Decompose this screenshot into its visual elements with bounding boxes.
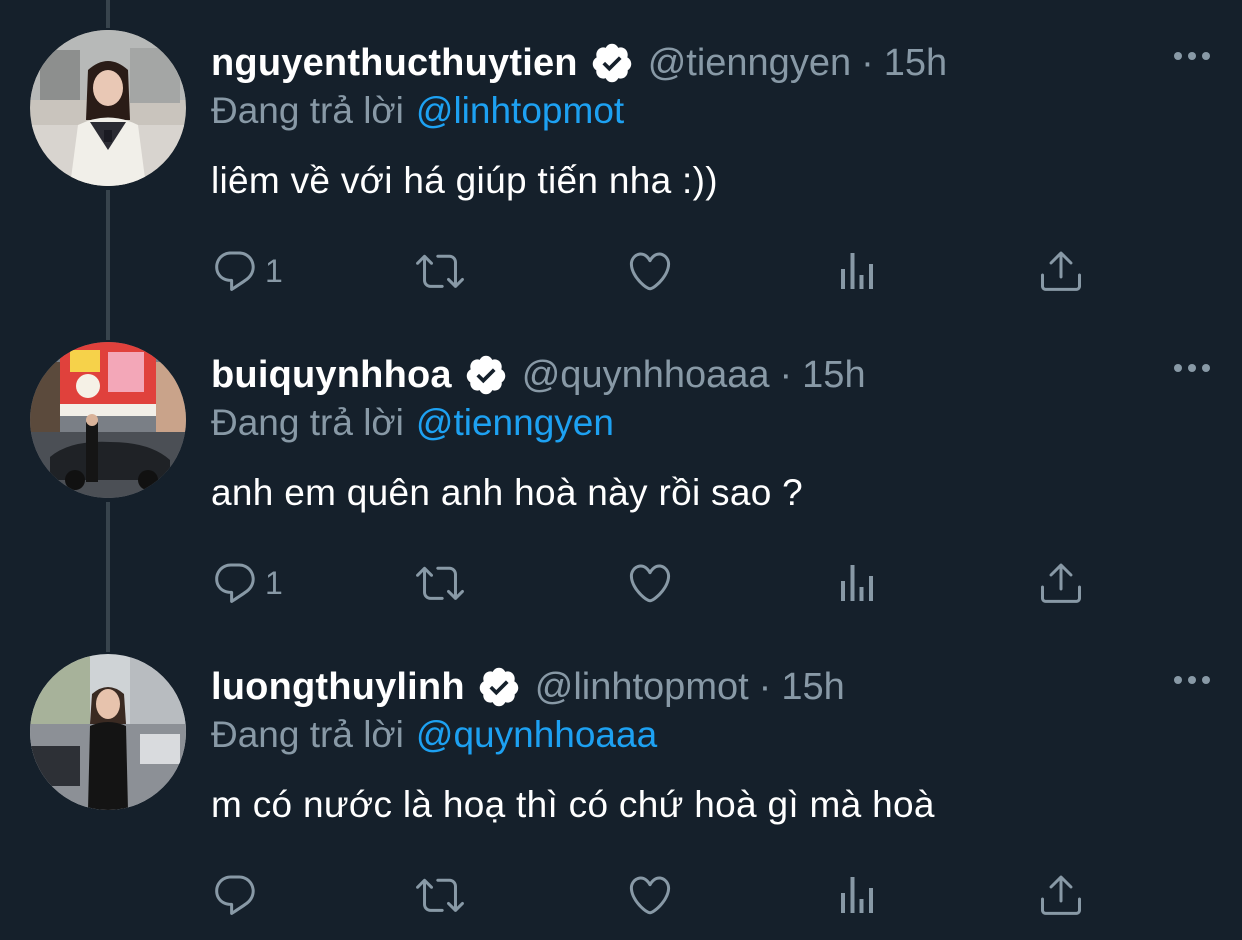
retweet-button[interactable] xyxy=(416,558,464,608)
reply-icon xyxy=(215,563,255,603)
more-icon[interactable] xyxy=(1172,668,1212,692)
tweet[interactable]: nguyenthucthuytien @tienngyen · 15h Đang… xyxy=(0,0,1242,312)
username[interactable]: @quynhhoaaa xyxy=(522,354,770,397)
verified-badge-icon xyxy=(477,665,521,709)
tweet[interactable]: buiquynhhoa @quynhhoaaa · 15h Đang trả l… xyxy=(0,312,1242,624)
analytics-button[interactable] xyxy=(833,246,881,296)
like-button[interactable] xyxy=(626,246,674,296)
reply-button[interactable]: 1 xyxy=(211,558,283,608)
analytics-button[interactable] xyxy=(833,870,881,920)
share-button[interactable] xyxy=(1037,558,1085,608)
retweet-icon xyxy=(416,254,464,288)
tweet[interactable]: luongthuylinh @linhtopmot · 15h Đang trả… xyxy=(0,624,1242,936)
tweet-text: m có nước là hoạ thì có chứ hoà gì mà ho… xyxy=(211,784,935,825)
like-icon xyxy=(629,564,671,603)
like-icon xyxy=(629,876,671,915)
share-icon xyxy=(1041,563,1081,603)
more-icon[interactable] xyxy=(1172,44,1212,68)
retweet-button[interactable] xyxy=(416,870,464,920)
tweet-header: buiquynhhoa @quynhhoaaa · 15h xyxy=(211,350,866,400)
tweet-header: luongthuylinh @linhtopmot · 15h xyxy=(211,662,845,712)
replying-to: Đang trả lời @tienngyen xyxy=(211,402,614,444)
share-button[interactable] xyxy=(1037,246,1085,296)
share-icon xyxy=(1041,251,1081,291)
replying-label: Đang trả lời xyxy=(211,90,404,131)
reply-icon xyxy=(215,875,255,915)
like-button[interactable] xyxy=(626,870,674,920)
reply-count: 1 xyxy=(265,252,283,289)
reply-button[interactable] xyxy=(211,870,265,920)
username[interactable]: @linhtopmot xyxy=(535,666,749,709)
replying-to-link[interactable]: @quynhhoaaa xyxy=(416,714,657,755)
reply-button[interactable]: 1 xyxy=(211,246,283,296)
avatar[interactable] xyxy=(30,30,186,186)
retweet-button[interactable] xyxy=(416,246,464,296)
avatar[interactable] xyxy=(30,342,186,498)
retweet-icon xyxy=(416,878,464,912)
avatar[interactable] xyxy=(30,654,186,810)
username[interactable]: @tienngyen xyxy=(648,42,851,85)
replying-to: Đang trả lời @quynhhoaaa xyxy=(211,714,657,756)
verified-badge-icon xyxy=(590,41,634,85)
tweet-actions: 1 xyxy=(211,246,1091,296)
like-icon xyxy=(629,252,671,291)
tweet-actions: 1 xyxy=(211,558,1091,608)
tweet-actions xyxy=(211,870,1091,920)
analytics-icon xyxy=(841,565,873,601)
timestamp[interactable]: 15h xyxy=(781,666,844,709)
analytics-icon xyxy=(841,253,873,289)
share-icon xyxy=(1041,875,1081,915)
tweet-text: anh em quên anh hoà này rồi sao ? xyxy=(211,472,804,513)
verified-badge-icon xyxy=(464,353,508,397)
timestamp[interactable]: 15h xyxy=(802,354,865,397)
share-button[interactable] xyxy=(1037,870,1085,920)
display-name[interactable]: buiquynhhoa xyxy=(211,354,452,397)
reply-icon xyxy=(215,251,255,291)
tweet-text: liêm về với há giúp tiến nha :)) xyxy=(211,160,718,201)
tweet-header: nguyenthucthuytien @tienngyen · 15h xyxy=(211,38,947,88)
retweet-icon xyxy=(416,566,464,600)
replying-to: Đang trả lời @linhtopmot xyxy=(211,90,624,132)
separator: · xyxy=(861,41,874,84)
replying-label: Đang trả lời xyxy=(211,714,404,755)
analytics-icon xyxy=(841,877,873,913)
like-button[interactable] xyxy=(626,558,674,608)
display-name[interactable]: luongthuylinh xyxy=(211,666,465,709)
reply-count: 1 xyxy=(265,564,283,601)
display-name[interactable]: nguyenthucthuytien xyxy=(211,42,578,85)
separator: · xyxy=(779,353,793,396)
replying-to-link[interactable]: @linhtopmot xyxy=(416,90,624,131)
analytics-button[interactable] xyxy=(833,558,881,608)
separator: · xyxy=(758,665,772,708)
replying-label: Đang trả lời xyxy=(211,402,404,443)
more-icon[interactable] xyxy=(1172,356,1212,380)
replying-to-link[interactable]: @tienngyen xyxy=(416,402,614,443)
timestamp[interactable]: 15h xyxy=(884,42,947,85)
